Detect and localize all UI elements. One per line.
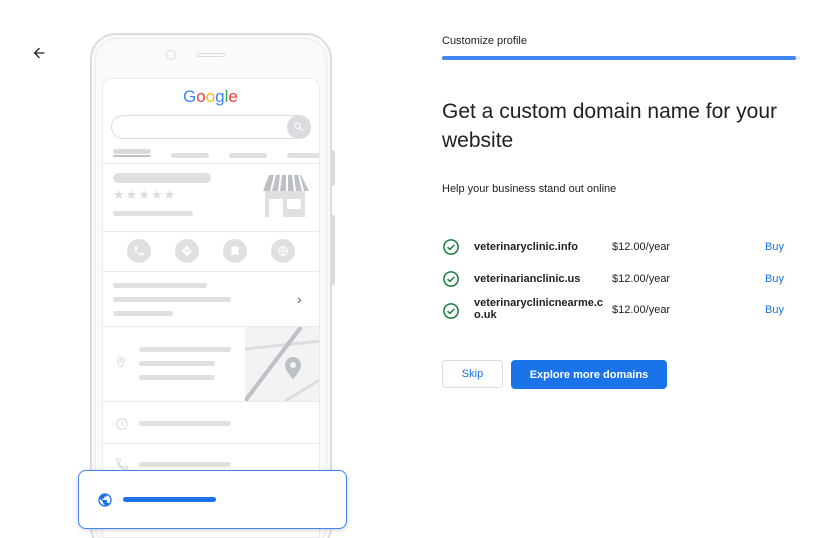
search-box-illustration	[111, 115, 311, 139]
domain-suggestion-row: veterinarianclinic.us $12.00/year Buy	[442, 264, 800, 294]
divider	[103, 163, 319, 164]
domain-suggestion-row: veterinaryclinic.info $12.00/year Buy	[442, 232, 800, 262]
address-placeholder	[139, 347, 231, 352]
google-logo: Google	[183, 87, 238, 106]
skip-button[interactable]: Skip	[442, 360, 503, 388]
info-placeholder	[113, 297, 231, 302]
chevron-right-icon: ›	[297, 291, 302, 307]
address-placeholder	[139, 361, 215, 366]
phone-screen: Google ★★★★★ ›	[102, 78, 320, 538]
check-circle-icon	[443, 271, 459, 287]
step-label: Customize profile	[442, 35, 527, 47]
business-name-placeholder	[113, 173, 211, 183]
tab-placeholder	[171, 153, 209, 158]
check-circle-icon	[443, 239, 459, 255]
phone-camera	[166, 50, 176, 60]
domain-name: veterinaryclinicnearme.co.uk	[474, 297, 604, 321]
page-subtitle: Help your business stand out online	[442, 183, 617, 195]
buy-domain-link[interactable]: Buy	[765, 304, 784, 316]
phone-placeholder	[139, 462, 231, 467]
storefront-icon	[261, 173, 311, 224]
url-placeholder-line	[123, 497, 216, 502]
bookmark-icon	[223, 239, 247, 263]
info-placeholder	[113, 311, 173, 316]
address-placeholder	[139, 375, 215, 380]
phone-side-button	[331, 150, 335, 186]
buy-domain-link[interactable]: Buy	[765, 241, 784, 253]
progress-bar-fill	[442, 56, 797, 60]
domain-price: $12.00/year	[612, 273, 671, 285]
divider	[103, 443, 319, 444]
progress-bar	[442, 56, 800, 60]
buy-domain-link[interactable]: Buy	[765, 273, 784, 285]
explore-more-domains-button[interactable]: Explore more domains	[511, 360, 667, 389]
website-globe-icon	[271, 239, 295, 263]
location-pin-icon	[115, 355, 127, 374]
search-icon	[287, 115, 311, 139]
phone-icon	[127, 239, 151, 263]
website-url-card	[78, 470, 347, 529]
domain-price: $12.00/year	[612, 304, 671, 316]
globe-icon	[98, 493, 112, 507]
divider	[103, 401, 319, 402]
divider	[103, 231, 319, 232]
phone-side-button	[331, 215, 335, 285]
tab-placeholder	[287, 153, 319, 158]
domain-name: veterinaryclinic.info	[474, 241, 578, 253]
page-title: Get a custom domain name for your websit…	[442, 100, 777, 152]
tab-placeholder	[113, 149, 151, 154]
check-circle-icon	[443, 303, 459, 319]
arrow-back-icon	[33, 47, 45, 59]
phone-speaker	[197, 53, 225, 57]
hours-placeholder	[139, 421, 231, 426]
back-button[interactable]	[26, 40, 52, 66]
map-thumbnail	[245, 327, 319, 401]
domain-price: $12.00/year	[612, 241, 671, 253]
divider	[103, 271, 319, 272]
tab-placeholder	[229, 153, 267, 158]
info-placeholder	[113, 283, 207, 288]
domain-suggestion-row: veterinaryclinicnearme.co.uk $12.00/year…	[442, 296, 800, 326]
domain-name: veterinarianclinic.us	[474, 273, 581, 285]
tab-indicator	[113, 155, 151, 157]
clock-icon	[115, 417, 129, 436]
directions-icon	[175, 239, 199, 263]
category-placeholder	[113, 211, 193, 216]
rating-stars: ★★★★★	[113, 187, 177, 202]
